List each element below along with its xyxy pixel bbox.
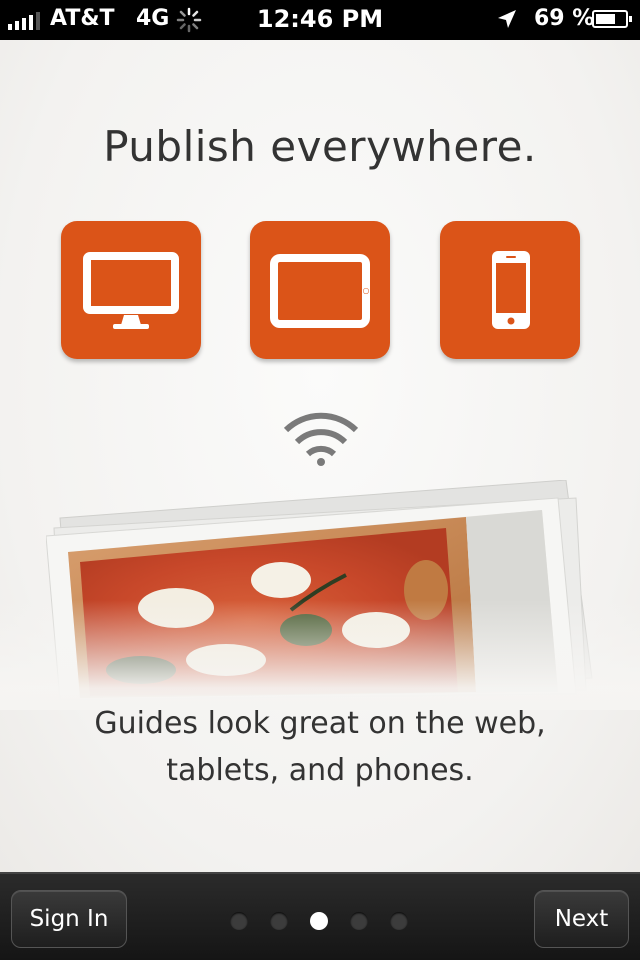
battery-icon <box>592 10 632 28</box>
location-arrow-icon <box>498 10 516 28</box>
caption-line-1: Guides look great on the web, <box>94 706 546 741</box>
tablet-icon <box>250 221 390 359</box>
bottom-toolbar: Sign In Next <box>0 872 640 960</box>
next-button[interactable]: Next <box>534 890 629 948</box>
desktop-icon <box>61 221 201 359</box>
page-dot[interactable] <box>390 912 408 930</box>
caption-text: Guides look great on the web, tablets, a… <box>0 700 640 794</box>
page-title: Publish everywhere. <box>103 122 537 171</box>
page-dot-active[interactable] <box>310 912 328 930</box>
onboarding-page: Publish everywhere. Guides look great on… <box>0 40 640 872</box>
wifi-icon <box>283 412 359 466</box>
photo-fade-overlay <box>0 600 640 710</box>
page-dot[interactable] <box>230 912 248 930</box>
caption-line-2: tablets, and phones. <box>166 753 474 788</box>
battery-percentage: 69 % <box>534 6 595 31</box>
status-bar: AT&T 4G 12:46 PM 69 % <box>0 0 640 40</box>
page-dot[interactable] <box>350 912 368 930</box>
phone-icon <box>440 221 580 359</box>
page-dot[interactable] <box>270 912 288 930</box>
page-indicator[interactable] <box>230 912 410 932</box>
sign-in-button[interactable]: Sign In <box>11 890 127 948</box>
